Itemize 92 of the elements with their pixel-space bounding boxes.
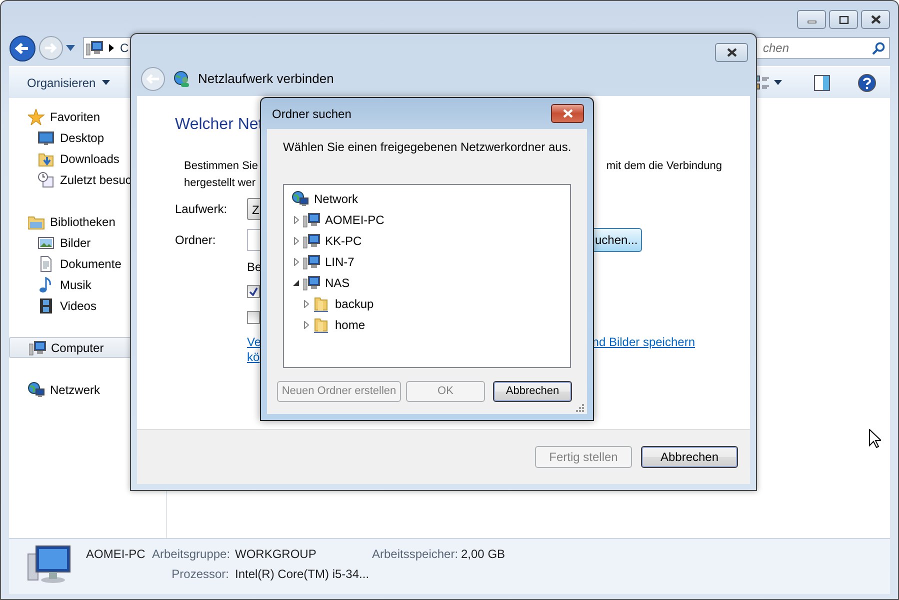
sidebar-label: Desktop [60,130,104,146]
computer-icon [303,212,320,228]
caret-icon[interactable] [774,80,782,85]
sidebar-item[interactable]: Desktop [9,127,166,148]
sidebar-label: Bilder [60,234,91,252]
shared-folder-icon [313,296,330,312]
film-icon [38,298,55,314]
folder-icon [38,150,55,166]
preview-pane-icon[interactable] [814,74,830,90]
breadcrumb-item[interactable]: C [120,39,129,57]
help-icon[interactable] [858,74,876,92]
dialog-title: Ordner suchen [272,106,352,122]
dialog-button[interactable]: Abbrechen [493,381,572,402]
detail-label: Prozessor: [170,566,230,583]
sidebar-label: Bibliotheken [50,214,116,230]
network-icon [292,190,309,206]
close-icon [726,48,738,57]
sidebar-item[interactable]: Netzwerk [9,379,166,400]
tree-item[interactable]: KK-PC [325,232,362,250]
sidebar-label: Netzwerk [50,382,100,398]
sidebar-label: Downloads [60,150,120,168]
close-icon [870,15,882,24]
checkbox[interactable] [247,285,260,298]
link[interactable]: Ve [247,335,262,350]
back-button[interactable] [9,34,36,62]
computer-icon [303,254,320,270]
detail-value: WORKGROUP [235,546,318,563]
sidebar-label: Computer [51,340,104,356]
sidebar-item[interactable]: Zuletzt besuc [9,169,166,190]
close-button[interactable] [551,104,584,123]
tree-item[interactable]: Network [314,190,358,208]
dialog-button[interactable]: Abbrechen [641,446,738,468]
tree-item[interactable]: AOMEI-PC [325,210,384,228]
network-icon [28,382,45,398]
picture-icon [38,234,55,250]
browse-button[interactable]: uchen... [591,228,642,252]
sidebar-item[interactable]: Favoriten [9,106,166,127]
detail-value: Intel(R) Core(TM) i5-34... [235,566,370,583]
computer-icon [303,232,320,248]
sidebar-label: Videos [60,298,96,314]
sidebar-item[interactable]: Dokumente [9,253,166,274]
close-icon [562,109,574,118]
computer-name: AOMEI-PC [86,546,146,563]
computer-icon [26,544,72,584]
sidebar-item[interactable]: Bilder [9,232,166,253]
detail-label: Arbeitsspeicher: [372,546,460,563]
tree-item[interactable]: LIN-7 [325,252,354,270]
prompt-text: Wählen Sie einen freigegebenen Netzwerkordner aus. [283,140,572,154]
description-text: Bestimmen Sie [184,159,258,174]
description-text: mit dem die Verbindung [606,159,722,174]
tree-item[interactable]: home [335,316,366,334]
sidebar-label: Favoriten [50,108,100,126]
detail-label: Arbeitsgruppe: [152,546,232,563]
monitor-icon [38,130,55,146]
sidebar-item[interactable]: Bibliotheken [9,211,166,232]
dialog-title: Netzlaufwerk verbinden [198,70,334,88]
library-folder-icon [28,214,45,230]
breadcrumb-arrow-icon [109,44,114,52]
maximize-button[interactable] [829,10,858,29]
sidebar-label: Zuletzt besuc [60,172,132,188]
sidebar-label: Dokumente [60,256,122,272]
sidebar-label: Musik [60,276,92,294]
close-button[interactable] [861,10,890,29]
mouse-cursor-icon [869,429,881,448]
network-drive-icon [174,71,190,87]
organize-menu-button[interactable]: Organisieren [21,72,116,94]
checkbox[interactable] [247,311,260,324]
computer-icon [303,274,320,290]
sidebar-item[interactable]: Downloads [9,148,166,169]
dropdown-arrow-icon[interactable] [66,45,75,51]
sidebar-item[interactable]: Musik [9,274,166,295]
close-button[interactable] [715,43,748,62]
tree-item[interactable]: NAS [325,274,350,292]
clock-document-icon [38,172,55,188]
resize-grip-icon [576,404,584,412]
folder-tree[interactable]: Network AOMEI-PC KK-PC LIN-7 NAS backup home [283,184,571,368]
caret-icon [102,80,110,85]
field-label: Laufwerk: [175,201,228,218]
star-icon [28,108,45,124]
sidebar-item[interactable]: Videos [9,295,166,316]
search-placeholder: chen [763,40,790,57]
computer-icon [86,40,103,56]
field-label: Ordner: [175,232,217,249]
detail-value: 2,00 GB [461,546,506,563]
computer-icon [29,340,46,356]
link[interactable]: kö [247,350,260,365]
search-icon [872,42,885,54]
shared-folder-icon [313,316,330,332]
description-text: hergestellt wer [184,176,256,191]
check-icon [249,287,258,296]
tree-item[interactable]: backup [335,294,374,312]
maximize-icon [838,16,848,24]
